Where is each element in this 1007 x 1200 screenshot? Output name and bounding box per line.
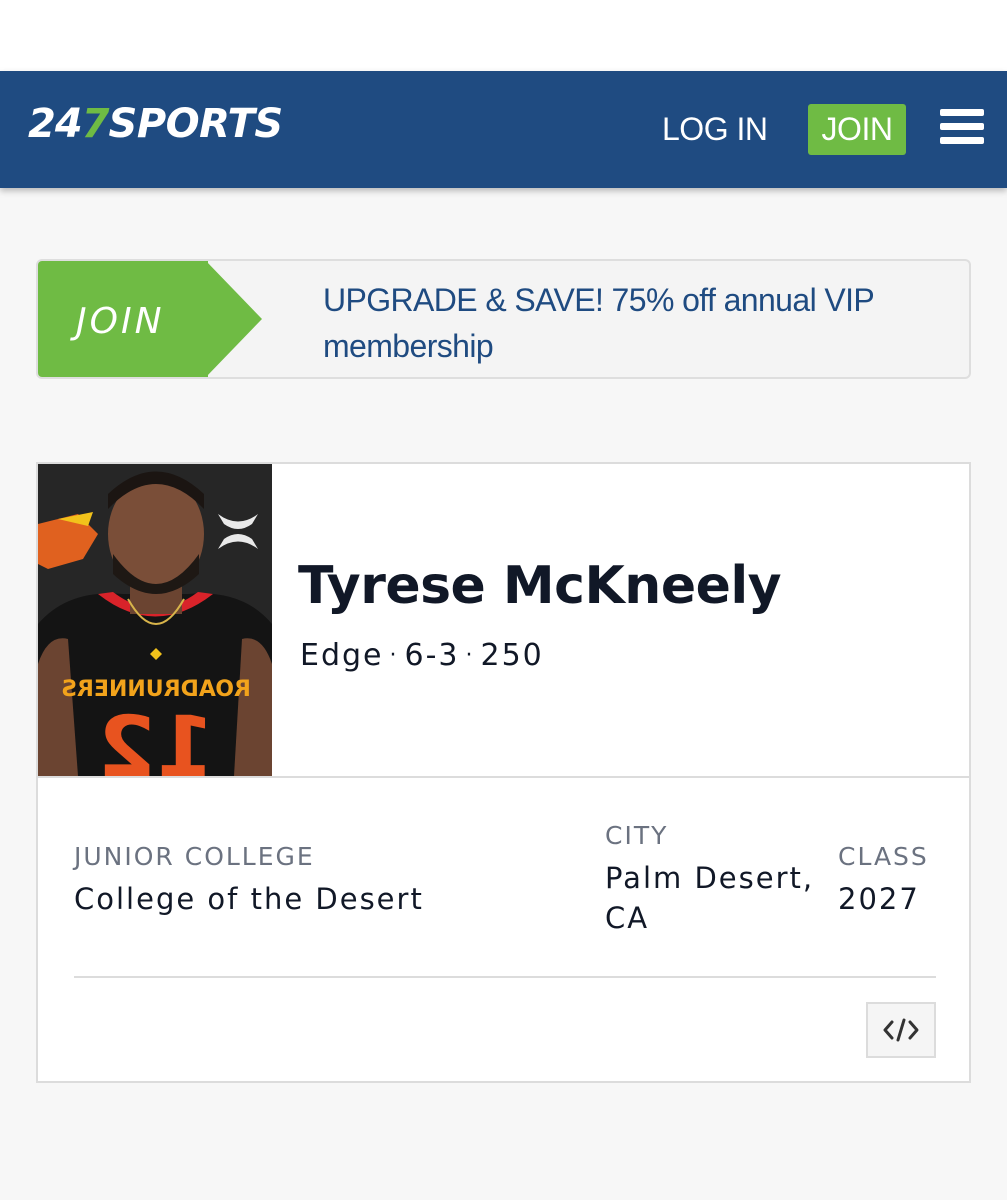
hamburger-menu-icon[interactable] — [940, 109, 984, 149]
top-whitespace — [0, 0, 1007, 71]
code-embed-icon — [883, 1018, 919, 1042]
player-card: ROADRUNNERS 12 Tyrese McKneely Edge · 6-3 ·… — [36, 462, 971, 1083]
player-attributes: Edge · 6-3 · 250 — [300, 638, 544, 673]
promo-text: UPGRADE & SAVE! 75% off annual VIP membe… — [323, 282, 874, 364]
player-position: Edge — [300, 638, 384, 673]
player-photo: ROADRUNNERS 12 — [38, 464, 272, 776]
school-value: College of the Desert — [74, 882, 424, 916]
player-weight: 250 — [480, 638, 544, 673]
logo-wordmark: SPORTS — [108, 101, 284, 147]
site-header: 247SPORTS LOG IN JOIN — [0, 71, 1007, 188]
join-button[interactable]: JOIN — [808, 104, 906, 155]
logo-seven: 7 — [81, 101, 110, 147]
card-divider — [38, 776, 969, 778]
player-name: Tyrese McKneely — [298, 556, 782, 616]
promo-tag-label: JOIN — [76, 301, 165, 342]
login-link[interactable]: LOG IN — [662, 111, 768, 148]
class-label: CLASS — [838, 842, 929, 871]
card-bottom-divider — [74, 976, 936, 978]
city-value: Palm Desert, CA — [605, 861, 815, 935]
promo-banner[interactable]: JOIN UPGRADE & SAVE! 75% off annual VIP … — [36, 259, 971, 379]
player-height: 6-3 — [404, 638, 460, 673]
city-label: CITY — [605, 821, 669, 850]
logo-digits: 24 — [28, 101, 83, 147]
promo-arrow-shape — [206, 261, 262, 377]
class-value: 2027 — [838, 882, 920, 916]
jersey-number: 12 — [98, 698, 215, 776]
code-embed-button[interactable] — [866, 1002, 936, 1058]
school-label: JUNIOR COLLEGE — [74, 842, 315, 871]
site-logo[interactable]: 247SPORTS — [28, 101, 283, 161]
